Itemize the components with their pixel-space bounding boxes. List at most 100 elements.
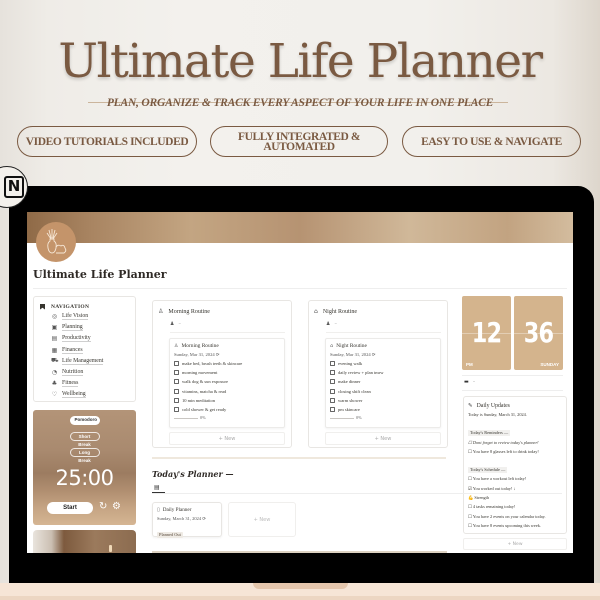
gallery-view-tab[interactable]: ▤ — [154, 484, 160, 491]
calendar-filter[interactable]: ▬ – — [464, 379, 475, 385]
mode-long-break[interactable]: Long Break — [69, 448, 100, 463]
task-item[interactable]: 10 min meditation — [174, 396, 284, 405]
checkbox[interactable] — [174, 407, 179, 413]
task-item[interactable]: daily review + plan tmrw — [330, 368, 440, 377]
schedule-line: ☑ You worked out today! ↓ — [468, 485, 516, 491]
task-item[interactable]: evening walk — [330, 359, 440, 368]
schedule-line: ☐ 4 tasks remaining today! — [468, 504, 516, 510]
task-item[interactable]: closing shift clean — [330, 387, 440, 396]
schedule-tag: Today's Schedule — — [468, 467, 508, 474]
task-item[interactable]: make bed, brush teeth & skincare — [174, 359, 284, 368]
hero-subtitle: PLAN, ORGANIZE & TRACK EVERY ASPECT OF Y… — [106, 97, 494, 109]
nav-item-productivity[interactable]: ▤ Productivity — [40, 333, 135, 344]
checkbox[interactable] — [174, 361, 179, 367]
schedule-line: ☐ You have 2 events on your calendar tod… — [468, 513, 546, 519]
schedule-line: ☐ You have a workout left today! — [468, 476, 527, 482]
checkbox[interactable] — [174, 370, 179, 376]
morning-routine-heading: ♙ Morning Routine — [158, 307, 291, 316]
checkbox[interactable] — [330, 370, 335, 376]
nav-item-nutrition[interactable]: ◔ Nutrition — [40, 367, 135, 378]
checkbox[interactable] — [330, 361, 335, 367]
card-heading: ▯ Daily Planner — [157, 506, 221, 514]
card-date: Sunday, March 31, 2024 ⟳ — [157, 516, 206, 521]
laptop-base-edge — [0, 596, 600, 600]
task-label: cold shower & get ready — [182, 407, 227, 413]
new-button[interactable]: + New — [228, 502, 296, 537]
today-date-line: Today is Sunday, March 31, 2024. — [468, 412, 527, 417]
morning-routine-panel: ♙ Morning Routine ♟ – ♙ Morning Routine S… — [152, 300, 292, 448]
checkbox[interactable] — [174, 388, 179, 394]
progress-value: 0% — [356, 415, 362, 421]
vase-plant-icon[interactable] — [36, 222, 76, 262]
mode-pomodoro[interactable]: Pomodoro — [69, 416, 100, 425]
daily-planner-card[interactable]: ▯ Daily Planner Sunday, March 31, 2024 ⟳… — [152, 502, 222, 538]
night-routine-title: Night Routine — [322, 308, 357, 315]
night-routine-panel: ⌂ Night Routine ♟ – ⌂ Night Routine Sunda… — [308, 300, 448, 448]
compass-icon: ◎ — [51, 313, 58, 321]
reminders-heading: Today's Reminders — — [468, 428, 566, 437]
task-item[interactable]: warm shower — [330, 396, 440, 405]
task-item[interactable]: morning movement — [174, 368, 284, 377]
card-heading: ♙ Morning Routine — [174, 342, 284, 350]
navigation-heading-label: NAVIGATION — [51, 303, 90, 310]
schedule-line: ☐ You have 8 events upcoming this week. — [468, 522, 541, 528]
card-date: Sunday, Mar 31, 2024 ⟳ — [174, 352, 220, 357]
morning-routine-card[interactable]: ♙ Morning Routine Sunday, Mar 31, 2024 ⟳… — [169, 338, 285, 428]
mode-short-break[interactable]: Short Break — [69, 432, 100, 447]
nav-item-label: Nutrition — [62, 369, 84, 377]
notion-page: Ultimate Life Planner NAVIGATION ◎ Life … — [27, 212, 573, 553]
new-button[interactable]: + New — [463, 538, 567, 550]
task-label: 10 min meditation — [182, 397, 215, 403]
nav-item-life-management[interactable]: ⛟ Life Management — [40, 356, 135, 367]
card-title: Daily Planner — [162, 507, 192, 513]
food-icon: ◔ — [51, 369, 58, 377]
calendar-icon: ▣ — [51, 324, 58, 332]
card-date: Sunday, Mar 31, 2024 ⟳ — [330, 352, 376, 357]
task-label: warm shower — [338, 397, 363, 403]
person-filter[interactable]: ♟ – — [326, 321, 447, 328]
checkbox[interactable] — [330, 379, 335, 385]
checkbox[interactable] — [330, 397, 335, 403]
section-divider — [152, 457, 446, 459]
daily-updates-card[interactable]: ✎ Daily Updates Today is Sunday, March 3… — [463, 396, 567, 534]
task-item[interactable]: pm skincare — [330, 405, 440, 414]
checkbox[interactable] — [174, 397, 179, 403]
gear-icon[interactable]: ⚙ — [112, 501, 121, 512]
divider — [462, 375, 563, 376]
checkbox[interactable] — [330, 388, 335, 394]
task-label: vitamins, matcha & read — [182, 388, 227, 394]
nav-item-fitness[interactable]: ♣ Fitness — [40, 378, 135, 389]
reset-icon[interactable]: ↻ — [99, 501, 107, 512]
night-routine-card[interactable]: ⌂ Night Routine Sunday, Mar 31, 2024 ⟳ e… — [325, 338, 441, 428]
new-button[interactable]: + New — [325, 432, 441, 445]
page-title: Ultimate Life Planner — [33, 268, 167, 281]
start-button[interactable]: Start — [47, 502, 93, 514]
person-filter[interactable]: ♟ – — [170, 321, 291, 328]
nav-item-finances[interactable]: ▦ Finances — [40, 345, 135, 356]
task-item[interactable]: cold shower & get ready — [174, 405, 284, 414]
sunrise-icon: ♙ — [174, 343, 179, 349]
new-button[interactable]: + New — [169, 432, 285, 445]
moon-house-icon: ⌂ — [314, 308, 318, 315]
checkbox[interactable] — [174, 379, 179, 385]
car-icon: ⛟ — [51, 357, 59, 365]
task-item[interactable]: vitamins, matcha & read — [174, 387, 284, 396]
nav-item-life-vision[interactable]: ◎ Life Vision — [40, 311, 135, 322]
feature-pill-easy-to-use: EASY TO USE & NAVIGATE — [402, 126, 581, 157]
pomodoro-timer: Pomodoro Short Break Long Break 25:00 St… — [33, 410, 136, 525]
nav-item-label: Finances — [62, 346, 83, 354]
task-item[interactable]: make dinner — [330, 377, 440, 386]
nav-item-planning[interactable]: ▣ Planning — [40, 322, 135, 333]
nav-item-label: Wellbeing — [62, 391, 86, 399]
checkbox[interactable] — [330, 407, 335, 413]
nav-item-wellbeing[interactable]: ♡ Wellbeing — [40, 389, 135, 400]
divider — [152, 493, 562, 494]
nav-item-label: Productivity — [62, 335, 91, 343]
decor-photo — [33, 530, 136, 553]
task-item[interactable]: walk dog & sun exposure — [174, 377, 284, 386]
status-badge: Planned Out — [157, 532, 183, 538]
progress-bar — [330, 417, 354, 419]
heart-icon: ♡ — [51, 391, 58, 399]
calendar-placeholder: – — [472, 379, 476, 385]
nav-item-label: Life Management — [62, 357, 104, 365]
